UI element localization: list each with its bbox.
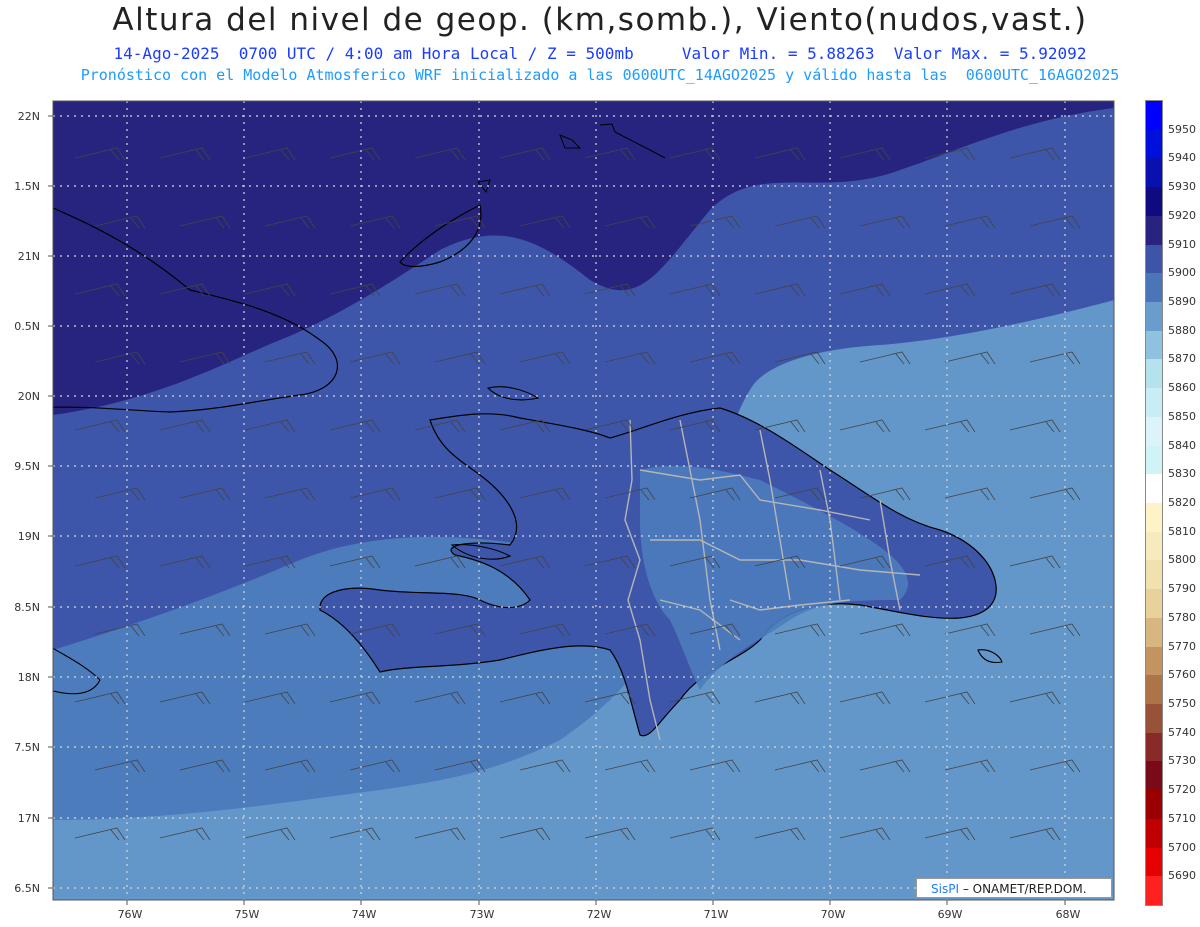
colorbar-label: 5740: [1168, 725, 1196, 739]
colorbar-label: 5940: [1168, 151, 1196, 165]
lat-label: 0.5N: [14, 320, 40, 333]
lat-label: 7.5N: [14, 741, 40, 754]
colorbar-label: 5920: [1168, 208, 1196, 222]
lat-label: 17N: [17, 812, 40, 825]
colorbar-label: 5760: [1168, 668, 1196, 682]
colorbar-label: 5900: [1168, 266, 1196, 280]
lon-label: 70W: [820, 908, 846, 921]
lon-label: 76W: [117, 908, 143, 921]
lat-label: 19N: [17, 530, 40, 543]
colorbar-label: 5930: [1168, 180, 1196, 194]
colorbar-label: 5840: [1168, 438, 1196, 452]
lat-label: 6.5N: [14, 882, 40, 895]
colorbar-label: 5800: [1168, 553, 1196, 567]
colorbar-label: 5850: [1168, 409, 1196, 423]
lon-label: 69W: [937, 908, 963, 921]
lon-label: 73W: [469, 908, 495, 921]
colorbar-label: 5780: [1168, 610, 1196, 624]
colorbar-label: 5910: [1168, 237, 1196, 251]
colorbar-label: 5700: [1168, 840, 1196, 854]
colorbar-label: 5720: [1168, 783, 1196, 797]
colorbar-label: 5750: [1168, 697, 1196, 710]
colorbar-label: 5880: [1168, 323, 1196, 337]
colorbar-label: 5820: [1168, 496, 1196, 509]
lat-label: 20N: [17, 390, 40, 403]
colorbar-label: 5870: [1168, 352, 1196, 366]
lat-label: 21N: [17, 250, 40, 263]
lon-label: 68W: [1055, 908, 1081, 921]
lat-label: 18N: [17, 671, 40, 684]
lat-label: 9.5N: [14, 460, 40, 473]
colorbar-label: 5810: [1168, 524, 1196, 538]
lon-label: 71W: [703, 908, 729, 921]
map-canvas: [48, 100, 1115, 905]
lon-label: 75W: [234, 908, 260, 921]
lat-label: 22N: [17, 110, 40, 123]
colorbar-label: 5860: [1168, 381, 1196, 395]
lon-label: 74W: [351, 908, 377, 921]
sispi-logo-text: SisPI: [931, 882, 959, 896]
lon-label: 72W: [586, 908, 612, 921]
colorbar-label: 5790: [1168, 582, 1196, 596]
colorbar-label: 5710: [1168, 811, 1196, 825]
colorbar-frame: [1145, 100, 1163, 906]
colorbar-label: 5730: [1168, 754, 1196, 768]
colorbar-label: 5690: [1168, 869, 1196, 883]
colorbar-label: 5890: [1168, 295, 1196, 308]
credit-box: SisPI – ONAMET/REP.DOM.: [916, 878, 1112, 898]
lat-label: 8.5N: [14, 601, 40, 614]
lat-label: 1.5N: [14, 180, 40, 193]
colorbar-label: 5770: [1168, 639, 1196, 653]
credit-text: – ONAMET/REP.DOM.: [962, 882, 1087, 896]
colorbar-label: 5830: [1168, 467, 1196, 481]
colorbar-label: 5950: [1168, 122, 1196, 136]
